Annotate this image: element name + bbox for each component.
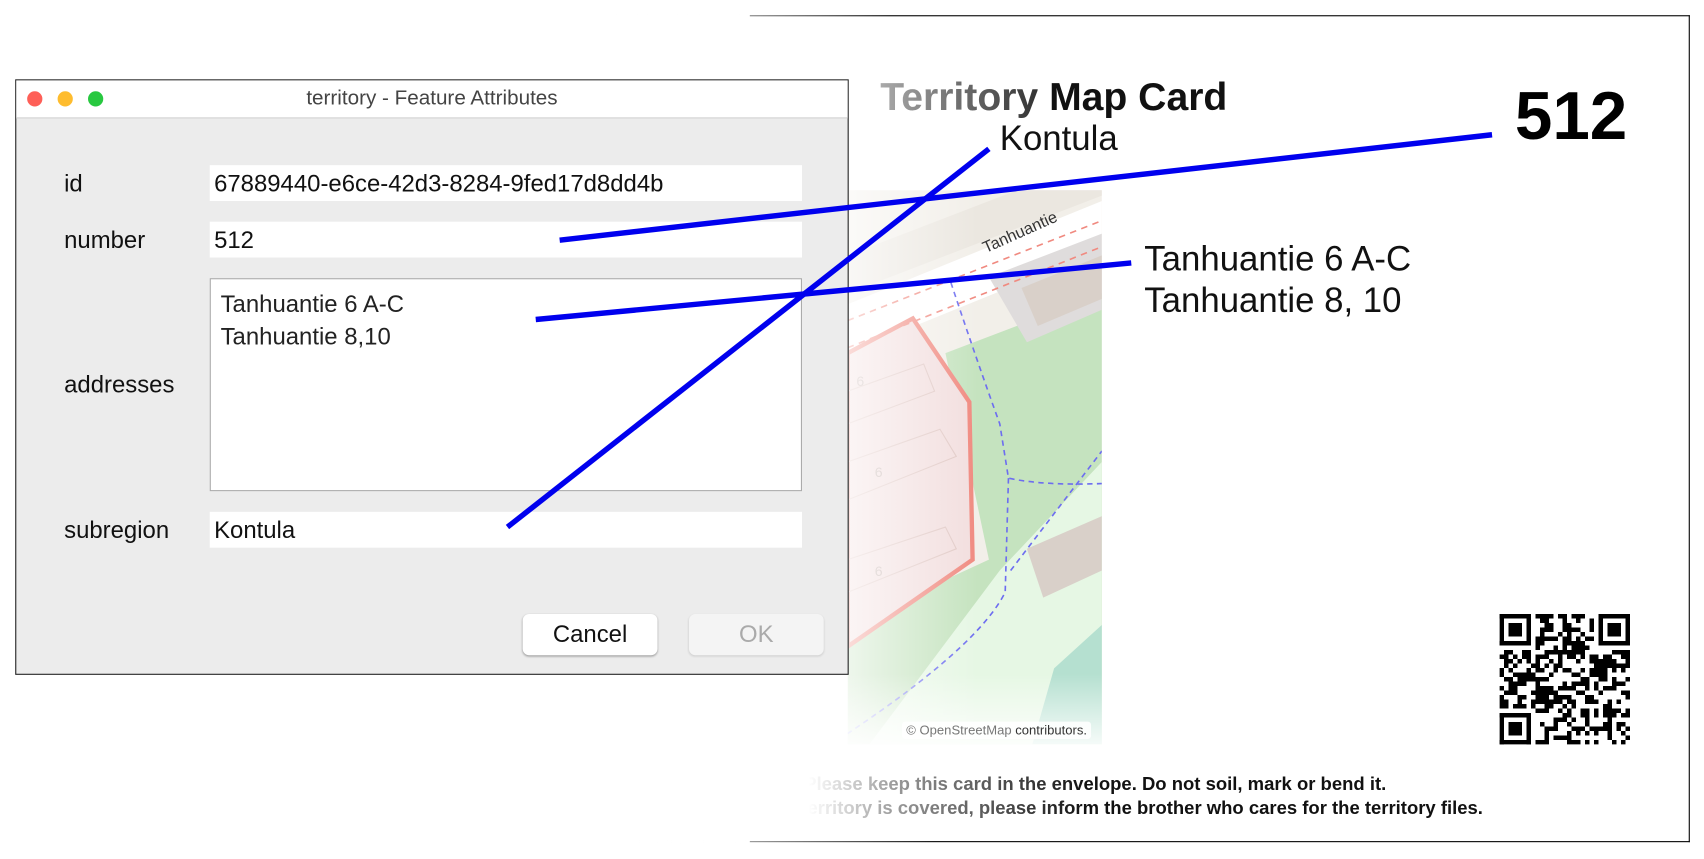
footer-line: Please keep this card in the envelope. D… (652, 773, 1521, 797)
card-footer: Please keep this card in the envelope. D… (652, 773, 1521, 821)
address-line: Tanhuantie 8,10 (220, 322, 391, 350)
number-label: number (64, 226, 146, 254)
qr-finder (1607, 622, 1622, 637)
map-attribution: © OpenStreetMap contributors. (901, 721, 1092, 739)
card-number: 512 (1514, 79, 1628, 155)
card-edge-fade (608, 840, 935, 845)
dialog-title: territory - Feature Attributes (306, 86, 558, 110)
subregion-field[interactable] (209, 511, 802, 548)
card-addresses: Tanhuantie 6 A-C Tanhuantie 8, 10 (1144, 238, 1411, 321)
addresses-label: addresses (64, 370, 175, 398)
number-field[interactable] (209, 221, 802, 258)
id-label: id (64, 169, 83, 197)
ok-button[interactable]: OK (688, 613, 824, 656)
card-address-line: Tanhuantie 8, 10 (1144, 280, 1402, 320)
card-title: Territory Map Card (880, 73, 1228, 119)
id-field[interactable] (209, 165, 802, 202)
feature-attributes-dialog: territory - Feature Attributes id number… (15, 79, 849, 675)
card-subregion: Kontula (999, 118, 1118, 158)
title-bar[interactable]: territory - Feature Attributes (16, 80, 848, 119)
qr-finder (1508, 721, 1523, 736)
addresses-textarea[interactable]: Tanhuantie 6 A-C Tanhuantie 8,10 (209, 278, 802, 492)
card-edge-fade (608, 14, 892, 18)
map-fade (804, 652, 1131, 761)
card-address-line: Tanhuantie 6 A-C (1144, 239, 1412, 279)
qr-code (1499, 613, 1631, 745)
address-line: Tanhuantie 6 A-C (220, 290, 405, 318)
qr-finder (1508, 622, 1523, 637)
cancel-button[interactable]: Cancel (522, 613, 658, 656)
footer-line: If the territory is covered, please info… (652, 797, 1521, 821)
subregion-label: subregion (64, 516, 170, 544)
